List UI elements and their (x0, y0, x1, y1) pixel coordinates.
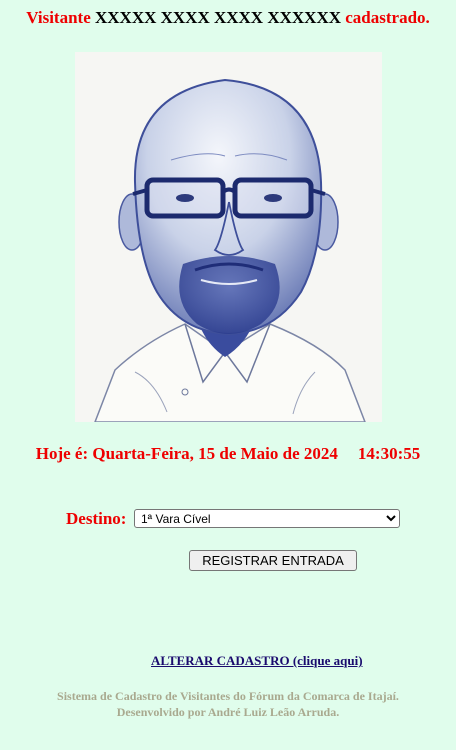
visitor-status-heading: Visitante XXXXX XXXX XXXX XXXXXX cadastr… (0, 8, 456, 28)
current-date: Hoje é: Quarta-Feira, 15 de Maio de 2024 (35, 444, 338, 463)
visitor-name: XXXXX XXXX XXXX XXXXXX (94, 8, 341, 27)
current-datetime: Hoje é: Quarta-Feira, 15 de Maio de 2024… (0, 444, 456, 464)
alter-registration-link[interactable]: ALTERAR CADASTRO (clique aqui) (151, 653, 363, 669)
footer-system-name: Sistema de Cadastro de Visitantes do Fór… (57, 689, 399, 703)
visitor-suffix: cadastrado. (345, 8, 430, 27)
current-time: 14:30:55 (357, 444, 421, 463)
destination-select[interactable]: 1ª Vara Cível (134, 509, 400, 528)
visitor-prefix: Visitante (26, 8, 91, 27)
footer-developer: Desenvolvido por André Luiz Leão Arruda. (116, 705, 340, 719)
visitor-portrait-drawing (75, 52, 382, 422)
footer-credits: Sistema de Cadastro de Visitantes do Fór… (0, 688, 456, 720)
destination-label: Destino: (66, 509, 127, 528)
register-entry-button[interactable]: REGISTRAR ENTRADA (189, 550, 357, 571)
visitor-photo (75, 52, 382, 422)
